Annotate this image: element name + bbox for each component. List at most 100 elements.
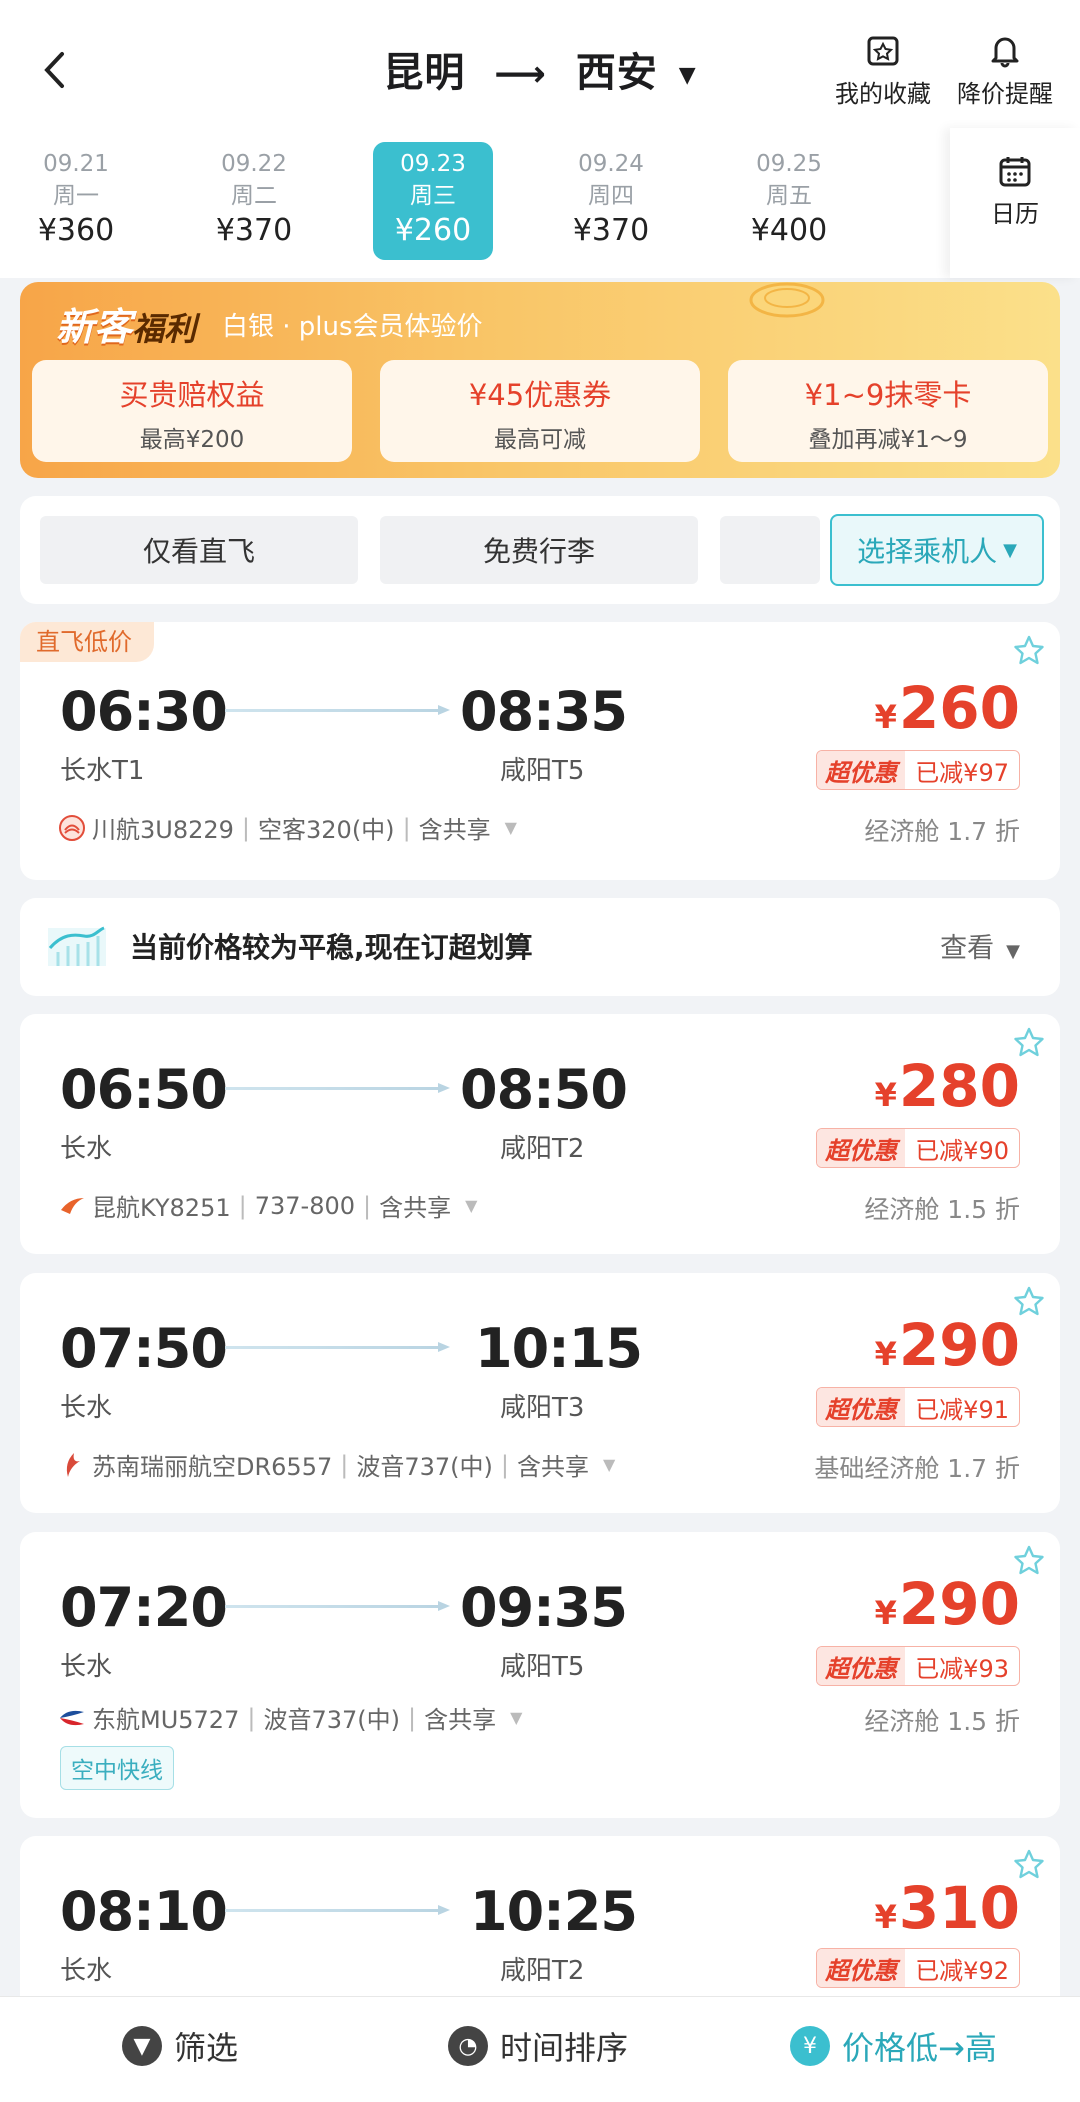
deal-label: 超优惠 — [817, 1647, 906, 1685]
flight-price: ¥280 — [875, 1052, 1020, 1120]
price-alert-button[interactable]: 降价提醒 — [950, 30, 1060, 109]
route-line — [225, 709, 445, 712]
arrival-time: 08:50 — [460, 1058, 628, 1121]
trend-view-button[interactable]: 查看 ▼ — [940, 926, 1020, 965]
arrival-time: 10:15 — [475, 1317, 643, 1380]
weekday-text: 周一 — [53, 183, 99, 209]
saved-amount: 已减¥93 — [915, 1654, 1009, 1683]
promo-banner[interactable]: 新客福利 白银 · plus会员体验价 买贵赔权益 最高¥200 ¥45优惠券 … — [20, 282, 1060, 478]
perk-card[interactable]: ¥1~9抹零卡 叠加再减¥1～9 — [728, 360, 1048, 462]
sichuan-airlines-logo-icon — [59, 814, 85, 841]
arrival-time: 08:35 — [460, 680, 628, 743]
favorites-button[interactable]: 我的收藏 — [828, 30, 938, 109]
discount-badge: 超优惠 已减¥91 — [816, 1387, 1020, 1427]
date-tab[interactable]: 09.25 周五 ¥400 — [729, 142, 849, 260]
weekday-text: 周四 — [588, 183, 634, 209]
date-tab[interactable]: 09.21 周一 ¥360 — [16, 142, 136, 260]
saved-amount: 已减¥90 — [915, 1136, 1009, 1165]
chevron-down-icon[interactable]: ▼ — [603, 1455, 615, 1474]
more-filter-chip[interactable] — [720, 516, 820, 584]
aircraft-type: 波音737(中) — [356, 1453, 493, 1481]
arrival-airport: 咸阳T2 — [500, 1134, 585, 1164]
flight-price: ¥290 — [875, 1311, 1020, 1379]
trend-message: 当前价格较为平稳,现在订超划算 — [130, 931, 533, 964]
flight-card[interactable]: 07:20 09:35 长水 咸阳T5 ¥290 超优惠 已减¥93 东航MU57… — [20, 1532, 1060, 1818]
price-sort-label: 价格低→高 — [842, 2029, 997, 2067]
date-strip: 09.21 周一 ¥360 09.22 周二 ¥370 09.23 周三 ¥26… — [0, 128, 1080, 278]
flight-card[interactable]: 06:30 08:35 长水T1 咸阳T5 ¥260 超优惠 已减¥97 川航3U… — [20, 622, 1060, 880]
promo-subtitle: 白银 · plus会员体验价 — [222, 312, 483, 342]
bell-icon — [991, 37, 1019, 68]
departure-time: 08:10 — [60, 1880, 228, 1943]
deal-label: 超优惠 — [817, 1949, 906, 1987]
departure-airport: 长水 — [60, 1956, 113, 1986]
aircraft-type: 波音737(中) — [263, 1706, 400, 1734]
route-arrow-icon — [438, 1342, 450, 1352]
flight-card[interactable]: 07:50 10:15 长水 咸阳T3 ¥290 超优惠 已减¥91 苏南瑞丽航空… — [20, 1273, 1060, 1513]
date-price: ¥370 — [215, 213, 293, 248]
saved-amount: 已减¥91 — [915, 1395, 1009, 1424]
deal-label: 超优惠 — [817, 1388, 906, 1426]
route-line — [225, 1087, 445, 1090]
chevron-down-icon[interactable]: ▼ — [505, 818, 517, 837]
filter-label: 筛选 — [174, 2029, 239, 2067]
flight-meta: 苏南瑞丽航空DR6557 | 波音737(中) | 含共享 ▼ — [58, 1447, 615, 1482]
cabin-discount: 经济舱 1.5 折 — [864, 1195, 1020, 1224]
bottom-toolbar: ▼ 筛选 ◔ 时间排序 ¥ 价格低→高 — [0, 1996, 1080, 2102]
date-tab-selected[interactable]: 09.23 周三 ¥260 — [373, 142, 493, 260]
flight-price: ¥260 — [875, 674, 1020, 742]
cabin-discount: 基础经济舱 1.7 折 — [814, 1454, 1020, 1483]
perk-subtitle: 最高可减 — [494, 427, 586, 453]
price-trend-bar[interactable]: 当前价格较为平稳,现在订超划算 查看 ▼ — [20, 898, 1060, 996]
date-price: ¥370 — [572, 213, 650, 248]
caret-down-icon: ▼ — [1003, 539, 1017, 561]
filter-icon: ▼ — [122, 2026, 162, 2066]
calendar-label: 日历 — [991, 200, 1039, 228]
saved-amount: 已减¥97 — [915, 758, 1009, 787]
arrival-airport: 咸阳T5 — [500, 1652, 585, 1682]
star-icon[interactable] — [1012, 634, 1046, 668]
perk-card[interactable]: 买贵赔权益 最高¥200 — [32, 360, 352, 462]
deal-label: 超优惠 — [817, 1129, 906, 1167]
departure-time: 06:30 — [60, 680, 228, 743]
price-value: 290 — [898, 1570, 1020, 1638]
perk-card[interactable]: ¥45优惠券 最高可减 — [380, 360, 700, 462]
view-label: 查看 — [940, 933, 995, 964]
perk-title: ¥45优惠券 — [468, 378, 612, 412]
promo-title-new: 新客 — [56, 305, 133, 349]
codeshare-label: 含共享 — [379, 1194, 452, 1222]
promo-title-benefit: 福利 — [132, 310, 197, 348]
select-passenger-button[interactable]: 选择乘机人 ▼ — [830, 514, 1044, 586]
departure-airport: 长水 — [60, 1134, 113, 1164]
date-tab[interactable]: 09.24 周四 ¥370 — [551, 142, 671, 260]
perk-title: ¥1~9抹零卡 — [804, 378, 972, 412]
calendar-button[interactable]: 日历 — [950, 128, 1080, 278]
flight-meta: 东航MU5727 | 波音737(中) | 含共享 ▼ — [58, 1700, 522, 1735]
airline-flight-no: 川航3U8229 — [92, 816, 234, 844]
codeshare-label: 含共享 — [424, 1706, 497, 1734]
price-sort-button[interactable]: ¥ 价格低→高 — [790, 2023, 997, 2069]
date-tab[interactable]: 09.22 周二 ¥370 — [194, 142, 314, 260]
flight-meta: 昆航KY8251 | 737-800 | 含共享 ▼ — [58, 1188, 477, 1223]
route-arrow-icon — [438, 705, 450, 715]
time-sort-button[interactable]: ◔ 时间排序 — [448, 2023, 628, 2069]
header: 昆明 ⟶ 西安 ▼ 我的收藏 降价提醒 — [0, 0, 1080, 128]
cabin-discount: 经济舱 1.5 折 — [864, 1707, 1020, 1736]
chevron-down-icon[interactable]: ▼ — [465, 1196, 477, 1215]
free-baggage-chip[interactable]: 免费行李 — [380, 516, 698, 584]
currency-symbol: ¥ — [874, 1335, 897, 1373]
promo-title: 新客福利 — [56, 296, 196, 351]
weekday-text: 周二 — [231, 183, 277, 209]
route-line — [225, 1605, 445, 1608]
direct-only-chip[interactable]: 仅看直飞 — [40, 516, 358, 584]
arrival-time: 10:25 — [470, 1880, 638, 1943]
departure-time: 07:50 — [60, 1317, 228, 1380]
departure-time: 06:50 — [60, 1058, 228, 1121]
direct-low-price-tag: 直飞低价 — [20, 622, 154, 662]
chevron-down-icon[interactable]: ▼ — [510, 1708, 522, 1727]
route-arrow-icon: ⟶ — [494, 54, 547, 95]
codeshare-label: 含共享 — [418, 816, 491, 844]
flight-card[interactable]: 06:50 08:50 长水 咸阳T2 ¥280 超优惠 已减¥90 昆航KY82… — [20, 1014, 1060, 1254]
passenger-label: 选择乘机人 — [857, 535, 998, 568]
filter-button[interactable]: ▼ 筛选 — [122, 2023, 238, 2069]
